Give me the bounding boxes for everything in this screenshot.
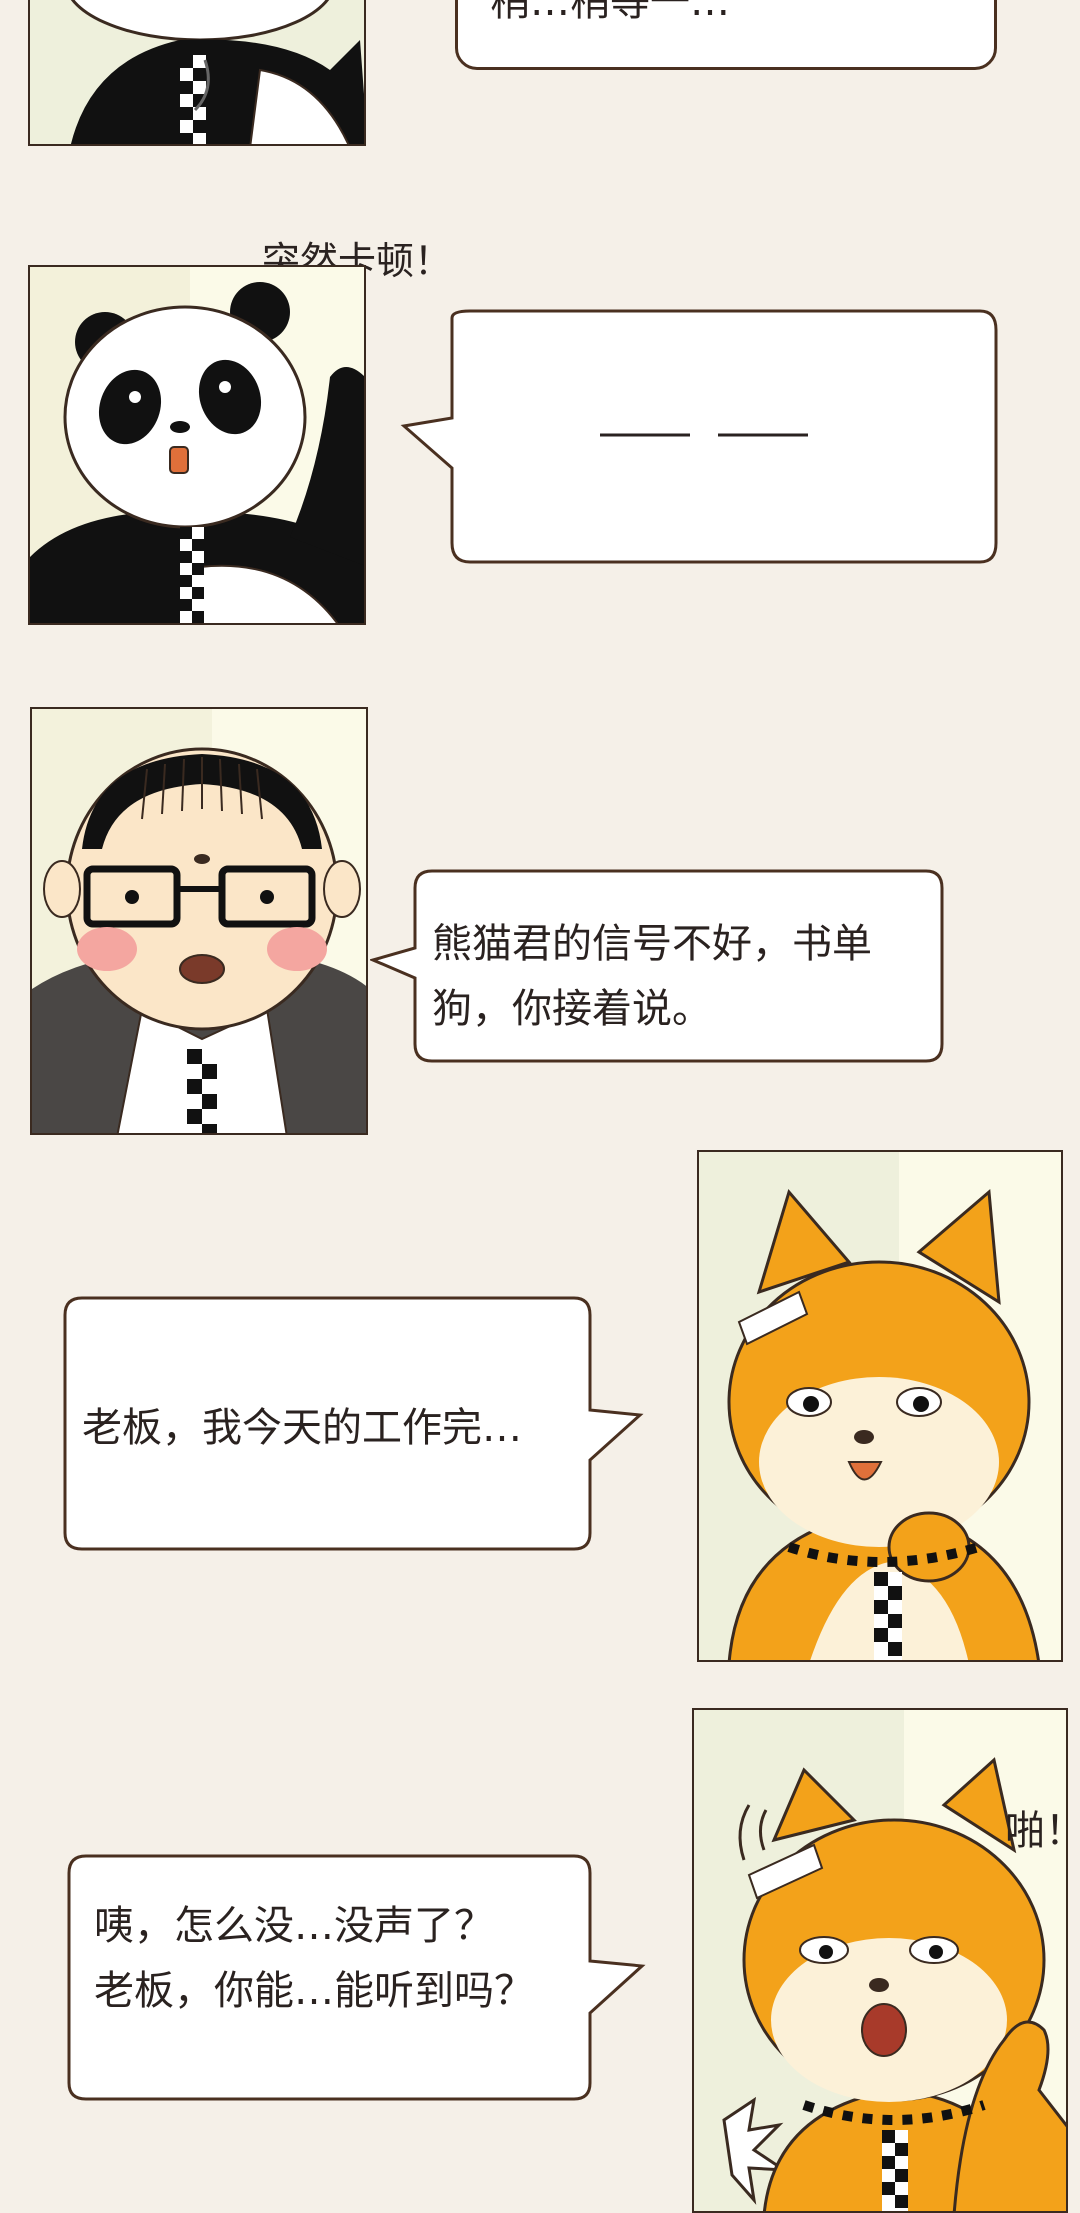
speech-bubble-2 bbox=[400, 309, 998, 564]
speech-text-3-line2: 狗，你接着说。 bbox=[432, 986, 712, 1032]
panel-1-image bbox=[28, 0, 366, 146]
boss-character bbox=[32, 709, 366, 1133]
speech-text-4: 老板，我今天的工作完… bbox=[82, 1405, 522, 1451]
shiba-character bbox=[727, 1152, 1061, 1660]
speech-text-1: 稍…稍等一… bbox=[490, 0, 730, 25]
panda-character bbox=[30, 267, 364, 623]
sound-effect-pa: 啪！ bbox=[1005, 1808, 1080, 1854]
speech-text-3-line1: 熊猫君的信号不好，书单 bbox=[432, 921, 872, 967]
panel-2-image bbox=[28, 265, 366, 625]
panel-3-image bbox=[30, 707, 368, 1135]
speech-text-5-line2: 老板，你能…能听到吗？ bbox=[94, 1968, 534, 2014]
panel-4-image bbox=[697, 1150, 1063, 1662]
speech-text-5-line1: 咦，怎么没…没声了？ bbox=[94, 1903, 494, 1949]
panel-5-image bbox=[692, 1708, 1068, 2213]
